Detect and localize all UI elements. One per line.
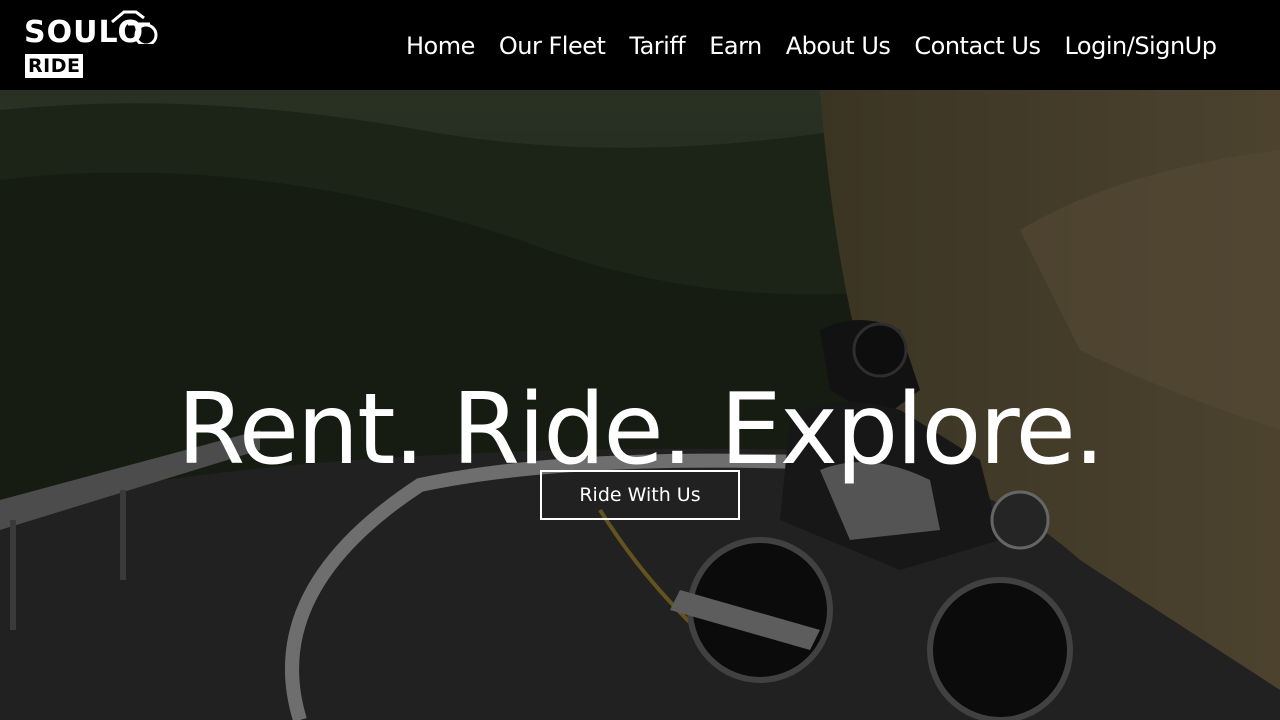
nav-earn[interactable]: Earn [709, 32, 762, 60]
nav-contact-us[interactable]: Contact Us [914, 32, 1041, 60]
nav-about-us[interactable]: About Us [786, 32, 891, 60]
hero-title: Rent. Ride. Explore. [177, 372, 1105, 487]
hero-section: Rent. Ride. Explore. Ride With Us [0, 90, 1280, 720]
brand-sub: RIDE [25, 54, 84, 78]
nav-login-signup[interactable]: Login/SignUp [1064, 32, 1216, 60]
nav-tariff[interactable]: Tariff [629, 32, 685, 60]
ride-with-us-button[interactable]: Ride With Us [540, 470, 740, 520]
nav-home[interactable]: Home [406, 32, 475, 60]
brand-logo[interactable]: SOULO RIDE [24, 4, 164, 80]
site-header: SOULO RIDE Home Our Fleet Tariff Earn Ab… [0, 0, 1280, 90]
page: SOULO RIDE Home Our Fleet Tariff Earn Ab… [0, 0, 1280, 720]
main-nav: Home Our Fleet Tariff Earn About Us Cont… [406, 27, 1240, 65]
nav-our-fleet[interactable]: Our Fleet [499, 32, 606, 60]
brand-name: SOULO [24, 15, 145, 50]
